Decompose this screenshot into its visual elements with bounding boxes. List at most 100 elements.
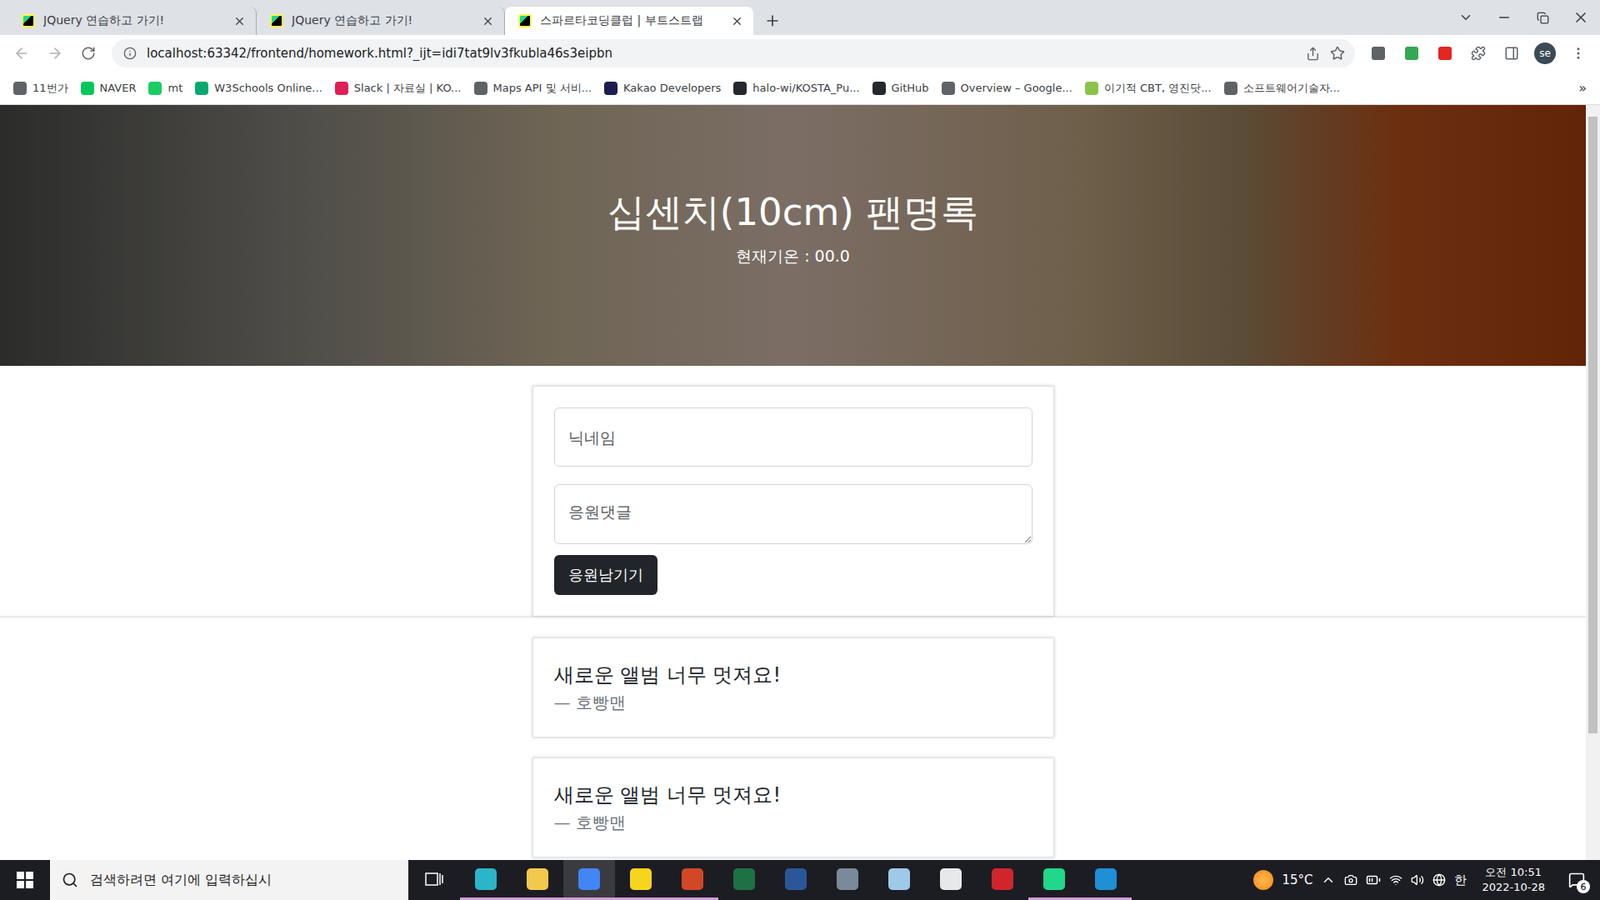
extension-button[interactable] — [1396, 38, 1427, 69]
bookmark[interactable]: halo-wi/KOSTA_Pu... — [733, 81, 860, 95]
taskbar-app[interactable] — [1080, 860, 1132, 900]
tab-search-button[interactable] — [1446, 0, 1485, 35]
close-icon[interactable] — [730, 15, 744, 28]
bookmark-label: 소프트웨어기술자... — [1243, 80, 1340, 96]
bookmarks-more[interactable]: » — [1575, 80, 1590, 96]
bookmark[interactable]: Kakao Developers — [604, 81, 721, 95]
extension-button[interactable] — [1430, 38, 1460, 69]
favicon-icon — [604, 81, 618, 95]
forward-button[interactable] — [40, 38, 70, 69]
comment-input[interactable] — [554, 484, 1033, 545]
restore-button[interactable] — [1523, 0, 1562, 35]
address-text[interactable]: localhost:63342/frontend/homework.html?_… — [146, 45, 1296, 61]
app-icon — [630, 868, 652, 890]
app-icon — [940, 868, 962, 890]
date: 2022-10-28 — [1481, 880, 1545, 895]
browser-tab[interactable]: JQuery 연습하고 가기! — [8, 6, 257, 35]
taskbar-app[interactable] — [615, 860, 667, 900]
bookmark[interactable]: 11번가 — [13, 80, 69, 96]
favicon-icon — [335, 81, 349, 95]
bookmark-label: NAVER — [100, 81, 137, 95]
taskbar-app[interactable] — [666, 860, 719, 900]
bookmark[interactable]: mt — [148, 81, 183, 95]
windows-icon — [16, 871, 34, 889]
taskbar-app[interactable] — [873, 860, 925, 900]
sun-icon — [1253, 870, 1274, 890]
chevron-up-icon[interactable] — [1320, 872, 1336, 888]
app-icon — [681, 868, 704, 890]
taskbar-app[interactable] — [976, 860, 1029, 900]
side-panel-button[interactable] — [1496, 38, 1527, 69]
network-icon[interactable] — [1432, 873, 1446, 887]
app-icon — [733, 868, 755, 890]
browser-tab[interactable]: JQuery 연습하고 가기! — [256, 6, 505, 35]
weather-text[interactable]: 15°C — [1281, 872, 1313, 888]
notification-button[interactable]: 6 — [1560, 863, 1594, 897]
address-bar[interactable]: localhost:63342/frontend/homework.html?_… — [111, 39, 1355, 68]
task-view-button[interactable] — [408, 860, 460, 900]
extensions-button[interactable] — [1463, 38, 1494, 69]
taskbar-app[interactable] — [511, 860, 564, 900]
app-icon — [578, 868, 600, 890]
tab-label: JQuery 연습하고 가기! — [43, 13, 225, 29]
app-icon — [888, 868, 910, 890]
tab-label: 스파르타코딩클럽 | 부트스트랩 — [540, 13, 723, 29]
minimize-button[interactable] — [1485, 0, 1524, 35]
close-icon[interactable] — [233, 15, 246, 28]
extension-icon — [1405, 46, 1419, 60]
app-icon — [785, 868, 807, 890]
side-panel-icon — [1504, 45, 1520, 61]
close-icon[interactable] — [481, 15, 495, 28]
nickname-input[interactable] — [554, 407, 1033, 467]
task-view-icon — [425, 870, 444, 888]
volume-icon[interactable] — [1410, 873, 1425, 887]
ime-indicator[interactable]: 한 — [1454, 872, 1467, 889]
taskbar-app[interactable] — [1028, 860, 1080, 900]
profile-button[interactable]: se — [1530, 38, 1560, 69]
taskbar-app[interactable] — [925, 860, 977, 900]
clock[interactable]: 오전 10:512022-10-28 — [1475, 865, 1552, 895]
new-tab-button[interactable] — [758, 6, 787, 35]
scrollbar[interactable] — [1585, 105, 1600, 860]
bookmark-label: 11번가 — [32, 80, 69, 96]
extension-button[interactable] — [1363, 38, 1394, 69]
taskbar-search[interactable]: 검색하려면 여기에 입력하십시 — [50, 860, 409, 900]
page-title: 십센치(10cm) 팬명록 — [607, 187, 979, 238]
minimize-icon — [1496, 10, 1512, 25]
reload-button[interactable] — [73, 38, 104, 69]
comment-text: 새로운 앨범 너무 멋져요! — [554, 781, 1033, 809]
favicon-icon — [1085, 81, 1099, 95]
camera-icon[interactable] — [1344, 873, 1358, 887]
bookmark[interactable]: Slack | 자료실 | KO... — [335, 80, 462, 96]
taskbar-app[interactable] — [563, 860, 615, 900]
bookmark[interactable]: NAVER — [80, 81, 137, 95]
browser-tab[interactable]: 스파르타코딩클럽 | 부트스트랩 — [505, 6, 754, 35]
battery-icon[interactable] — [1365, 872, 1381, 888]
back-button[interactable] — [6, 38, 37, 69]
taskbar-app[interactable] — [718, 860, 770, 900]
bookmark[interactable]: GitHub — [872, 81, 930, 95]
close-button[interactable] — [1561, 0, 1600, 35]
star-icon[interactable] — [1330, 45, 1345, 61]
taskbar-app[interactable] — [770, 860, 822, 900]
bookmark[interactable]: Overview – Google... — [941, 81, 1073, 95]
start-button[interactable] — [0, 860, 50, 900]
bookmark[interactable]: 소프트웨어기술자... — [1224, 80, 1340, 96]
favicon-icon — [1224, 81, 1238, 95]
search-placeholder: 검색하려면 여기에 입력하십시 — [90, 871, 272, 890]
taskbar-app[interactable] — [460, 860, 512, 900]
taskbar-app[interactable] — [821, 860, 874, 900]
menu-button[interactable] — [1563, 38, 1594, 69]
comment-text: 새로운 앨범 너무 멋져요! — [554, 661, 1033, 689]
bookmark[interactable]: 이기적 CBT, 영진닷... — [1085, 80, 1212, 96]
share-icon[interactable] — [1305, 46, 1320, 61]
submit-button[interactable]: 응원남기기 — [554, 555, 658, 595]
extension-icon — [1438, 46, 1452, 60]
bookmark[interactable]: Maps API 및 서비... — [474, 80, 593, 96]
bookmark-label: Slack | 자료실 | KO... — [354, 80, 462, 96]
wifi-icon[interactable] — [1389, 873, 1403, 887]
scrollbar-thumb[interactable] — [1588, 116, 1598, 734]
bookmark[interactable]: W3Schools Online... — [195, 81, 323, 95]
page: 십센치(10cm) 팬명록현재기온 : 00.0응원남기기새로운 앨범 너무 멋… — [0, 105, 1586, 860]
arrow-left-icon — [13, 45, 30, 62]
